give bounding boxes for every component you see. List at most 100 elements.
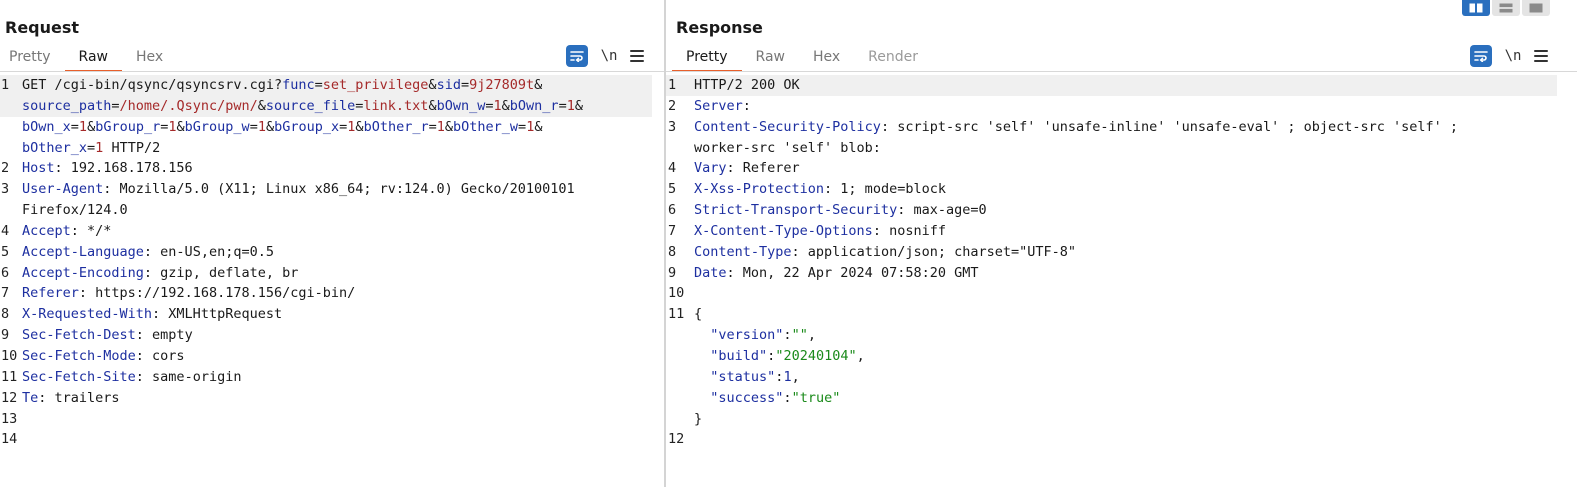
wrap-lines-icon[interactable]: [566, 45, 588, 67]
code-line: 4 Vary: Referer: [666, 158, 1577, 179]
side-by-side-layout-icon[interactable]: [1462, 0, 1490, 16]
line-content: "version":"",: [694, 325, 816, 346]
wrap-lines-glyph: [570, 51, 584, 62]
show-newlines-button[interactable]: \n: [598, 48, 620, 64]
code-token: &: [444, 118, 454, 135]
code-token: : empty: [135, 327, 193, 344]
code-token: =: [87, 139, 96, 156]
wrap-lines-icon[interactable]: [1470, 45, 1492, 67]
response-tab-raw[interactable]: Raw: [742, 44, 799, 72]
response-editor[interactable]: 1 HTTP/2 200 OK 2 Server: 3 Content-Security-…: [666, 75, 1577, 487]
tabbed-layout-icon[interactable]: [1522, 0, 1550, 16]
code-token: : script-src 'self' 'unsafe-inline' 'uns…: [880, 118, 1459, 135]
stacked-layout-icon[interactable]: [1492, 0, 1520, 16]
line-number: 8: [668, 243, 677, 260]
code-token: bOwn_w: [436, 97, 486, 114]
code-token: HTTP/2: [103, 139, 161, 156]
code-token: : gzip, deflate, br: [143, 264, 299, 281]
response-tab-hex[interactable]: Hex: [799, 44, 854, 72]
line-number: 5: [1, 243, 10, 260]
line-content: X-Content-Type-Options: nosniff: [694, 221, 946, 242]
line-content: HTTP/2 200 OK: [694, 75, 800, 96]
code-line: 6 Accept-Encoding: gzip, deflate, br: [0, 263, 664, 284]
line-content: Vary: Referer: [694, 158, 800, 179]
hamburger-menu-icon[interactable]: [630, 45, 644, 67]
code-token: ,: [807, 327, 816, 344]
code-token: &: [355, 118, 364, 135]
line-number: 7: [668, 222, 677, 239]
line-number: 11: [668, 306, 685, 323]
code-token: bGroup_x: [274, 118, 340, 135]
code-token: "success": [710, 389, 784, 406]
code-token: : Mozilla/5.0 (X11; Linux x86_64; rv:124…: [103, 181, 575, 198]
line-number: 12: [668, 431, 685, 448]
show-newlines-button[interactable]: \n: [1502, 48, 1524, 64]
code-line: 10 Sec-Fetch-Mode: cors: [0, 346, 664, 367]
request-editor[interactable]: 1 GET /cgi-bin/qsync/qsyncsrv.cgi?func=se…: [0, 75, 664, 487]
code-token: &: [574, 97, 583, 114]
code-line: 12 Te: trailers: [0, 388, 664, 409]
line-content: "build":"20240104",: [694, 346, 864, 367]
code-token: =: [249, 118, 258, 135]
code-line: 6 Strict-Transport-Security: max-age=0: [666, 200, 1577, 221]
code-token: &: [265, 118, 275, 135]
code-token: : trailers: [38, 389, 120, 406]
code-token: Vary: [694, 160, 727, 177]
line-content: Strict-Transport-Security: max-age=0: [694, 200, 987, 221]
hamburger-menu-icon[interactable]: [1534, 45, 1548, 67]
code-line: 9 Date: Mon, 22 Apr 2024 07:58:20 GMT: [666, 263, 1577, 284]
line-content: bOwn_x=1&bGroup_r=1&bGroup_w=1&bGroup_x=…: [22, 117, 542, 138]
code-token: bGroup_w: [184, 118, 250, 135]
code-token: =: [518, 118, 527, 135]
code-token: =: [428, 118, 437, 135]
code-line: 11 Sec-Fetch-Site: same-origin: [0, 367, 664, 388]
code-token: : Mon, 22 Apr 2024 07:58:20 GMT: [726, 264, 979, 281]
code-token: X-Requested-With: [22, 306, 153, 323]
code-line: 1 HTTP/2 200 OK: [666, 75, 1557, 96]
response-tab-pretty[interactable]: Pretty: [672, 44, 742, 72]
line-number: 9: [668, 264, 677, 281]
code-line: 11 {: [666, 304, 1577, 325]
response-tab-render[interactable]: Render: [854, 44, 932, 72]
code-token: : 192.168.178.156: [54, 160, 193, 177]
code-line: "build":"20240104",: [666, 346, 1577, 367]
line-number: 1: [668, 77, 677, 93]
line-content: Sec-Fetch-Site: same-origin: [22, 367, 241, 388]
line-number: 13: [1, 410, 18, 427]
code-token: source_path: [22, 97, 112, 114]
code-line: 12: [666, 429, 1577, 450]
code-token: }: [694, 410, 703, 427]
request-tab-raw[interactable]: Raw: [64, 44, 123, 72]
line-content: GET /cgi-bin/qsync/qsyncsrv.cgi?func=set…: [22, 75, 542, 96]
line-number: 3: [1, 181, 10, 198]
code-token: =: [558, 97, 567, 114]
code-token: 1: [436, 118, 445, 135]
code-token: 9j27809t: [469, 77, 535, 93]
request-tab-hex[interactable]: Hex: [122, 44, 177, 72]
line-number: 4: [668, 160, 677, 177]
request-tab-pretty[interactable]: Pretty: [0, 44, 65, 72]
code-token: &: [501, 97, 510, 114]
line-content: Accept-Encoding: gzip, deflate, br: [22, 263, 298, 284]
code-line: 4 Accept: */*: [0, 221, 664, 242]
line-content: X-Requested-With: XMLHttpRequest: [22, 304, 282, 325]
request-view-tabs: Pretty Raw Hex: [0, 44, 177, 72]
code-token: Sec-Fetch-Mode: [22, 347, 136, 364]
response-toolbar: \n: [1470, 45, 1548, 67]
code-line: worker-src 'self' blob:: [666, 138, 1577, 159]
line-content: worker-src 'self' blob:: [694, 138, 881, 159]
code-token: "20240104": [775, 347, 857, 364]
code-token: =: [111, 97, 120, 114]
code-token: =: [70, 118, 79, 135]
code-token: bGroup_r: [95, 118, 161, 135]
request-tab-divider: [0, 71, 664, 72]
line-content: Sec-Fetch-Dest: empty: [22, 325, 193, 346]
response-tab-divider: [666, 71, 1577, 72]
line-content: "status":1,: [694, 367, 799, 388]
code-token: set_privilege: [322, 77, 429, 93]
code-token: &: [534, 77, 543, 93]
line-content: Content-Security-Policy: script-src 'sel…: [694, 117, 1458, 138]
